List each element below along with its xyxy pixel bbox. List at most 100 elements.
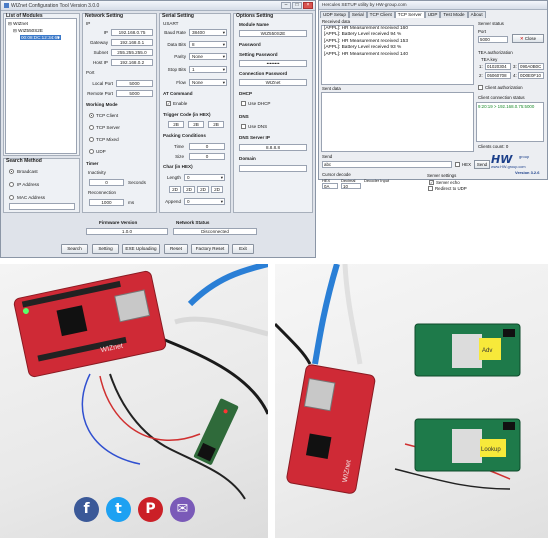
tab-tcp-server[interactable]: TCP Server <box>394 11 425 18</box>
use-dhcp-checkbox[interactable] <box>241 101 246 106</box>
setting-button[interactable]: Setting <box>92 244 119 254</box>
tea-key-field[interactable]: 090A0B0C <box>518 63 544 70</box>
reconnection-field[interactable]: 1000 <box>89 199 124 206</box>
tree-device[interactable]: ⊟ WIZ550S2E <box>13 28 43 34</box>
gateway-field[interactable]: 192.168.0.1 <box>111 39 153 46</box>
redirect-udp-label: Redirect to UDP <box>435 186 467 191</box>
enable-checkbox[interactable]: ✓ <box>166 101 171 106</box>
trigger-code-1[interactable]: 2B <box>168 121 184 128</box>
hostip-field[interactable]: 192.168.0.2 <box>111 59 153 66</box>
flow-select[interactable]: None <box>189 79 227 86</box>
server-echo-checkbox[interactable]: ✓ <box>429 180 434 185</box>
tea-key-index: 1: <box>479 64 483 69</box>
trigger-code-2[interactable]: 2B <box>188 121 204 128</box>
server-echo-label: Server echo <box>436 180 460 185</box>
exit-button[interactable]: Exit <box>232 244 254 254</box>
sent-data-box[interactable] <box>321 92 474 152</box>
close-icon[interactable]: × <box>303 2 313 9</box>
tab-tcp-client[interactable]: TCP Client <box>366 11 395 18</box>
firmware-version-label: Firmware Version <box>99 220 138 225</box>
send-input[interactable]: abc <box>322 161 452 168</box>
minimize-icon[interactable]: – <box>281 2 291 9</box>
tab-about[interactable]: About <box>467 11 486 18</box>
maximize-icon[interactable]: □ <box>292 2 302 9</box>
setting-password-field[interactable]: •••••••• <box>239 60 307 67</box>
append-select[interactable]: 0 <box>184 198 225 205</box>
received-data-box[interactable]: [APPL]: HR Measurement received 160 [APP… <box>321 25 474 85</box>
search-address-input[interactable] <box>9 203 75 210</box>
radio-tcp-server[interactable] <box>89 125 94 130</box>
tab-udp[interactable]: UDP <box>424 11 441 18</box>
subnet-field[interactable]: 255.255.255.0 <box>111 49 153 56</box>
tree-mac[interactable]: 00:08:DC:12:34:69 <box>20 35 61 41</box>
module-tree[interactable]: ⊟ WIZnet ⊟ WIZ550S2E 00:08:DC:12:34:69 <box>5 18 77 154</box>
twitter-icon[interactable]: t <box>106 497 131 522</box>
client-connection-status-label: Client connection status <box>478 95 525 100</box>
exe-uploading-button[interactable]: EXE Uploading <box>122 244 160 254</box>
redirect-udp-checkbox[interactable] <box>428 186 433 191</box>
client-connection-entry[interactable]: 9:20:19 > 192.168.0.75:5000 <box>478 104 534 109</box>
trigger-code-3[interactable]: 2B <box>208 121 224 128</box>
connection-password-field[interactable]: WIZnet <box>239 79 307 86</box>
databits-select[interactable]: 8 <box>189 41 227 48</box>
tea-key-field[interactable]: 0D0E0F10 <box>518 72 544 79</box>
wire-blue <box>81 373 141 465</box>
sent-data-label: Sent data <box>322 86 341 91</box>
tea-key-field[interactable]: 01020304 <box>485 63 511 70</box>
remote-port-field[interactable]: 5000 <box>116 90 153 97</box>
radio-mac-address[interactable] <box>9 195 14 200</box>
radio-udp[interactable] <box>89 149 94 154</box>
module-name-field[interactable]: WIZ550S2E <box>239 30 307 37</box>
radio-tcp-mixed[interactable] <box>89 137 94 142</box>
trigger-code-hdr: Trigger Code (in HEX) <box>163 112 211 117</box>
factory-reset-button[interactable]: Factory Reset <box>191 244 229 254</box>
baud-select[interactable]: 38400 <box>189 29 227 36</box>
port-field[interactable]: 5000 <box>478 36 508 43</box>
hex-label: HEX <box>462 162 472 167</box>
reconnection-label: Reconnection <box>88 190 117 195</box>
parity-label: Parity <box>174 54 186 59</box>
size-field[interactable]: 0 <box>189 153 225 160</box>
send-button[interactable]: Send <box>474 160 490 169</box>
pinterest-icon[interactable]: P <box>138 497 163 522</box>
use-dns-checkbox[interactable] <box>241 124 246 129</box>
email-icon[interactable]: ✉ <box>170 497 195 522</box>
append-label: Append <box>165 199 181 204</box>
ip-field[interactable]: 192.168.0.75 <box>111 29 153 36</box>
char-3[interactable]: 2D <box>197 186 209 193</box>
radio-broadcast[interactable] <box>9 169 14 174</box>
domain-field[interactable] <box>239 165 307 172</box>
radio-tcp-client[interactable] <box>89 113 94 118</box>
time-field[interactable]: 0 <box>189 143 225 150</box>
tree-root[interactable]: ⊟ WIZnet <box>8 21 28 27</box>
baud-label: Baud Rate <box>164 30 186 35</box>
use-dns-label: Use DNS <box>248 124 268 129</box>
facebook-icon[interactable]: f <box>74 497 99 522</box>
size-label: Size <box>175 154 184 159</box>
tea-key-field[interactable]: 05060708 <box>485 72 511 79</box>
window-controls: – □ × <box>281 2 313 9</box>
working-mode-hdr: Working Mode <box>86 102 118 107</box>
search-button[interactable]: Search <box>61 244 88 254</box>
radio-ip-address[interactable] <box>9 182 14 187</box>
dns-server-ip-field[interactable]: 8.8.8.8 <box>239 144 307 151</box>
hex-checkbox[interactable] <box>455 162 460 167</box>
tab-test-mode[interactable]: Test Mode <box>440 11 468 18</box>
close-button[interactable]: ✕ Close <box>512 34 544 43</box>
reset-button[interactable]: Reset <box>164 244 188 254</box>
char-1[interactable]: 2D <box>169 186 181 193</box>
parity-select[interactable]: None <box>189 53 227 60</box>
port-hdr: Port <box>86 70 95 75</box>
inactivity-field[interactable]: 0 <box>89 179 124 186</box>
client-auth-checkbox[interactable] <box>478 85 483 90</box>
small-module <box>193 398 239 465</box>
client-connection-list[interactable]: 9:20:19 > 192.168.0.75:5000 <box>476 102 544 142</box>
length-select[interactable]: 0 <box>184 174 225 181</box>
char-2[interactable]: 2D <box>183 186 195 193</box>
tab-serial[interactable]: Serial <box>348 11 367 18</box>
tab-udp-setup[interactable]: UDP Setup <box>320 11 349 18</box>
char-4[interactable]: 2D <box>211 186 223 193</box>
stopbits-select[interactable]: 1 <box>189 66 227 73</box>
local-port-field[interactable]: 5000 <box>116 80 153 87</box>
red-board: WIZnet <box>286 364 376 494</box>
